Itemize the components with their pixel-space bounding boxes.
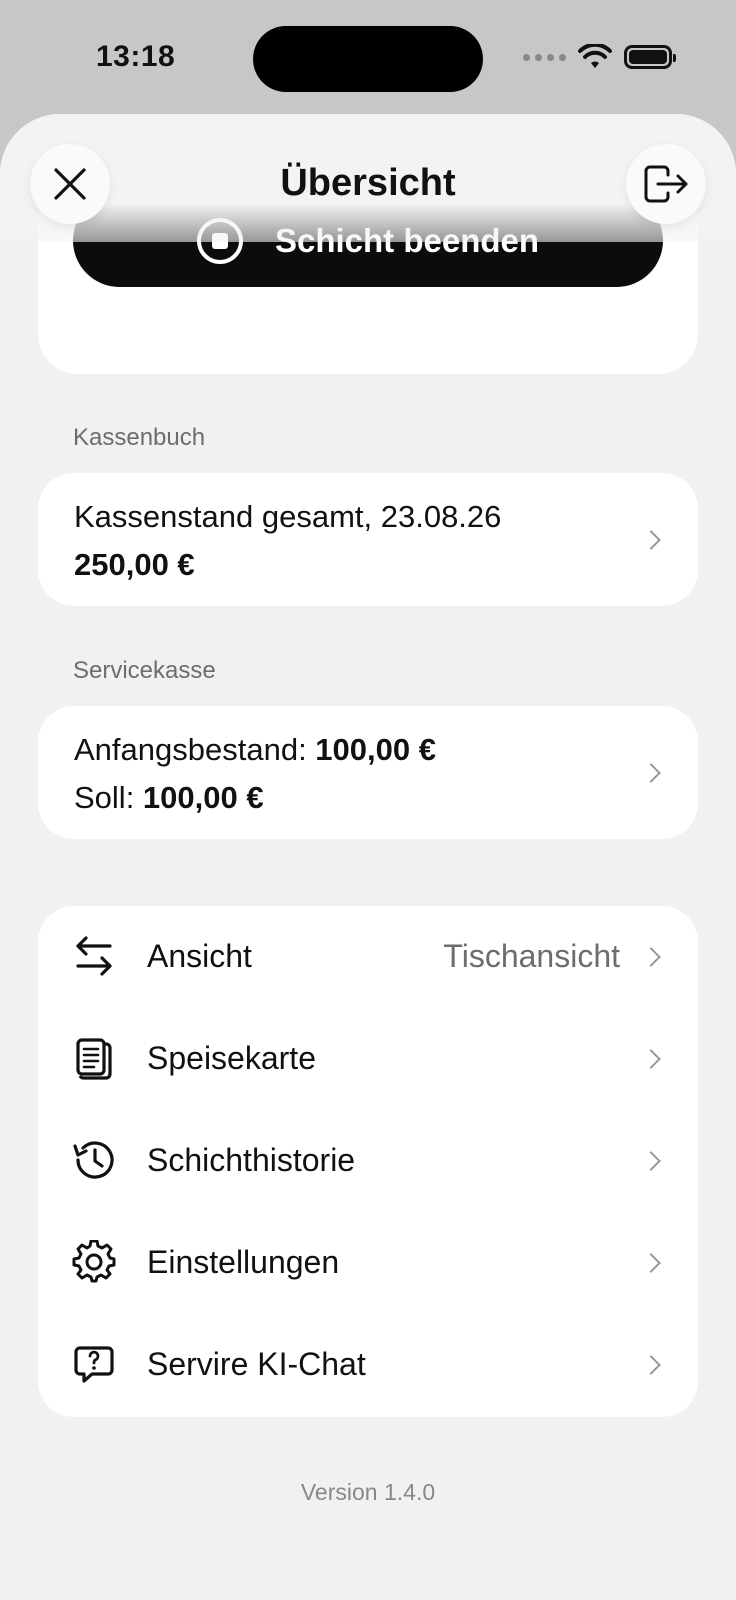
overview-sheet: Übersicht Schicht beenden Kassenbuch Kas… <box>0 114 736 1600</box>
menu-item-label: Speisekarte <box>147 1040 316 1076</box>
start-balance: Anfangsbestand: 100,00 € <box>74 732 436 768</box>
start-balance-amount: 100,00 € <box>315 732 436 767</box>
status-indicators <box>523 44 676 70</box>
cash-total-amount: 250,00 € <box>74 547 195 582</box>
target-balance-amount: 100,00 € <box>142 780 264 815</box>
kassenbuch-card[interactable]: Kassenstand gesamt, 23.08.26 250,00 € <box>38 473 698 606</box>
menu-item-label: Servire KI-Chat <box>147 1346 366 1382</box>
logout-button[interactable] <box>626 144 706 224</box>
menu-document-icon <box>76 1038 112 1080</box>
target-balance: Soll: 100,00 € <box>74 780 264 816</box>
chevron-right-icon <box>641 1049 661 1069</box>
target-balance-label: Soll: <box>74 780 143 815</box>
logout-icon <box>644 165 688 203</box>
servicekasse-section-label: Servicekasse <box>73 657 216 684</box>
chat-question-icon <box>74 1346 114 1383</box>
chevron-right-icon <box>641 947 661 967</box>
status-bar: 13:18 <box>0 0 736 115</box>
start-balance-label: Anfangsbestand: <box>74 732 316 767</box>
app-version: Version 1.4.0 <box>300 1479 436 1505</box>
chevron-right-icon <box>641 1253 661 1273</box>
menu-item-label: Einstellungen <box>147 1244 340 1280</box>
chevron-right-icon <box>641 1355 661 1375</box>
signal-icon <box>523 53 566 61</box>
chevron-right-icon <box>641 530 661 550</box>
battery-icon <box>624 45 676 69</box>
sheet-header: Übersicht <box>0 114 736 242</box>
history-icon <box>73 1141 114 1179</box>
dynamic-island <box>253 26 483 92</box>
menu-item-ai-chat[interactable]: Servire KI-Chat <box>38 1314 698 1416</box>
kassenbuch-section-label: Kassenbuch <box>73 424 206 451</box>
settings-menu-card: Ansicht Tischansicht Speisekarte Schicht… <box>38 906 698 1417</box>
menu-item-settings[interactable]: Einstellungen <box>38 1212 698 1314</box>
chevron-right-icon <box>641 763 661 783</box>
menu-item-menu-card[interactable]: Speisekarte <box>38 1008 698 1110</box>
status-time: 13:18 <box>96 40 176 73</box>
menu-item-view[interactable]: Ansicht Tischansicht <box>38 906 698 1008</box>
gear-icon <box>72 1240 116 1283</box>
servicekasse-card[interactable]: Anfangsbestand: 100,00 € Soll: 100,00 € <box>38 706 698 839</box>
menu-item-value: Tischansicht <box>443 938 620 974</box>
arrows-swap-icon <box>76 936 112 976</box>
chevron-right-icon <box>641 1151 661 1171</box>
menu-item-shift-history[interactable]: Schichthistorie <box>38 1110 698 1212</box>
cash-total-label: Kassenstand gesamt, 23.08.26 <box>74 499 502 534</box>
wifi-icon <box>578 44 612 68</box>
menu-item-label: Ansicht <box>147 938 252 974</box>
menu-item-label: Schichthistorie <box>147 1142 356 1178</box>
